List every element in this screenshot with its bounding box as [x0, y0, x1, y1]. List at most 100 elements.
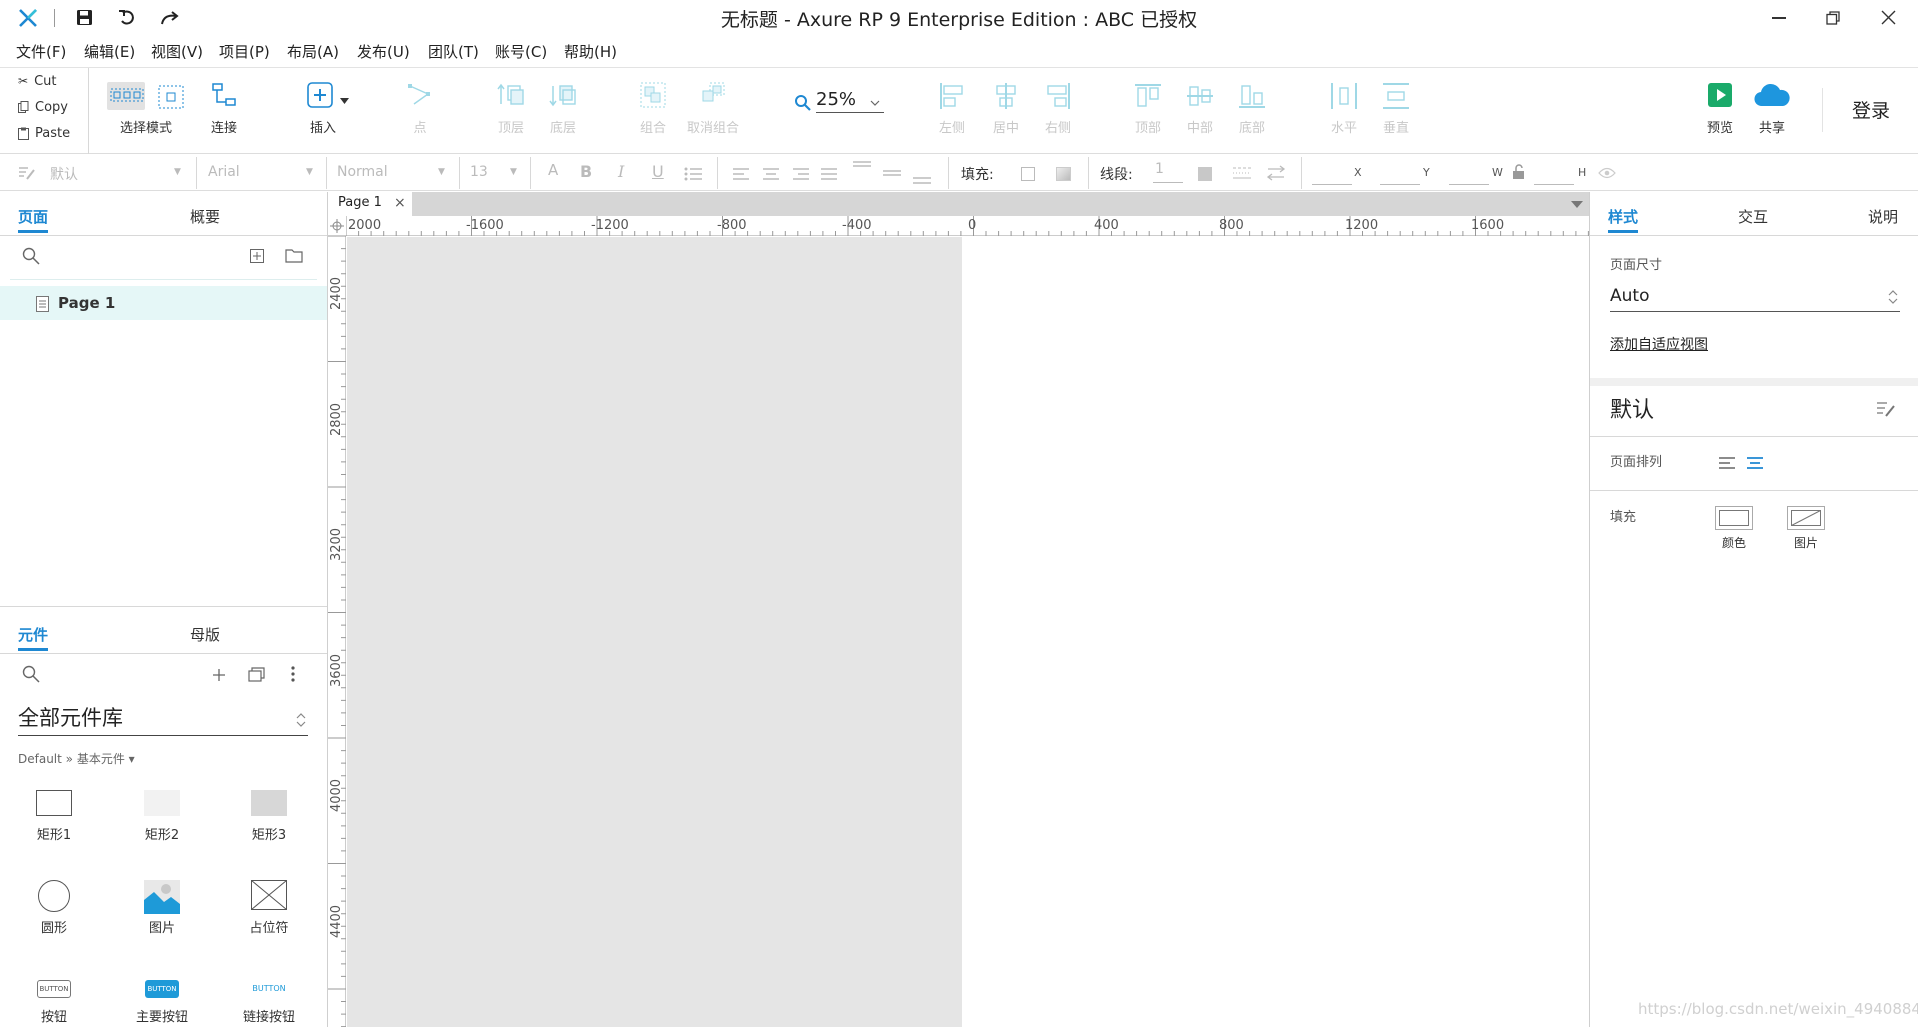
- align-text-left-icon[interactable]: [732, 167, 750, 181]
- valign-bottom-icon[interactable]: [912, 173, 932, 185]
- page-item[interactable]: Page 1: [0, 286, 327, 320]
- underline-icon[interactable]: U: [652, 162, 664, 181]
- point-tool[interactable]: 点: [400, 68, 440, 154]
- library-select[interactable]: 全部元件库: [18, 702, 308, 736]
- style-edit-pen-icon[interactable]: [1876, 400, 1896, 418]
- tab-interactions[interactable]: 交互: [1738, 206, 1768, 227]
- h-input[interactable]: [1534, 163, 1574, 185]
- cut-button[interactable]: ✂ Cut: [0, 68, 88, 94]
- align-top-tool[interactable]: 顶部: [1128, 68, 1168, 154]
- arrange-center-icon[interactable]: [1746, 456, 1764, 470]
- align-left-tool[interactable]: 左侧: [932, 68, 972, 154]
- tab-widgets[interactable]: 元件: [18, 624, 48, 645]
- minimize-button[interactable]: [1772, 17, 1786, 19]
- bullet-list-icon[interactable]: [684, 167, 702, 181]
- font-size-select[interactable]: 13: [470, 164, 488, 180]
- tab-masters[interactable]: 母版: [190, 624, 220, 645]
- menu-account[interactable]: 账号(C): [495, 41, 547, 62]
- connect-tool[interactable]: 连接: [200, 68, 248, 154]
- menu-file[interactable]: 文件(F): [16, 41, 66, 62]
- share-button[interactable]: 共享: [1750, 68, 1794, 154]
- widget-image[interactable]: 图片: [112, 880, 212, 936]
- font-family-select[interactable]: Arial: [208, 164, 240, 180]
- insert-tool[interactable]: 插入: [300, 68, 349, 154]
- canvas-tab-page1[interactable]: Page 1 ×: [328, 192, 412, 216]
- widget-link-button[interactable]: BUTTON 链接按钮: [219, 980, 319, 1025]
- shadow-swatch[interactable]: [1056, 167, 1071, 181]
- add-folder-icon[interactable]: [285, 248, 303, 263]
- page-size-select[interactable]: Auto: [1610, 286, 1900, 312]
- fill-image-button[interactable]: 图片: [1786, 506, 1826, 551]
- align-right-tool[interactable]: 右侧: [1038, 68, 1078, 154]
- menu-help[interactable]: 帮助(H): [564, 41, 617, 62]
- widget-circle[interactable]: 圆形: [4, 880, 104, 936]
- stroke-color-swatch[interactable]: [1198, 167, 1212, 181]
- menu-project[interactable]: 项目(P): [219, 41, 270, 62]
- add-adaptive-view-link[interactable]: 添加自适应视图: [1610, 334, 1708, 354]
- bring-front-tool[interactable]: 顶层: [490, 68, 532, 154]
- menu-edit[interactable]: 编辑(E): [84, 41, 135, 62]
- add-page-icon[interactable]: [250, 249, 264, 263]
- lock-ratio-icon[interactable]: [1512, 164, 1526, 180]
- group-tool[interactable]: 组合: [632, 68, 674, 154]
- valign-top-icon[interactable]: [852, 161, 872, 177]
- menu-publish[interactable]: 发布(U): [357, 41, 410, 62]
- fill-color-swatch[interactable]: [1021, 167, 1035, 181]
- restore-button[interactable]: [1826, 11, 1840, 25]
- tab-close-icon[interactable]: ×: [394, 195, 406, 211]
- bold-icon[interactable]: B: [580, 162, 592, 181]
- tab-list-dropdown-icon[interactable]: [1571, 201, 1583, 208]
- x-input[interactable]: [1312, 163, 1352, 185]
- distribute-vertical-tool[interactable]: 垂直: [1376, 68, 1416, 154]
- italic-icon[interactable]: I: [618, 162, 624, 181]
- widget-rect3[interactable]: 矩形3: [219, 790, 319, 843]
- align-middle-tool[interactable]: 中部: [1180, 68, 1220, 154]
- add-library-icon[interactable]: [212, 668, 226, 682]
- align-text-right-icon[interactable]: [792, 167, 810, 181]
- login-button[interactable]: 登录: [1852, 96, 1890, 123]
- paste-button[interactable]: Paste: [0, 120, 88, 146]
- menu-layout[interactable]: 布局(A): [287, 41, 339, 62]
- widget-button[interactable]: BUTTON 按钮: [4, 980, 104, 1025]
- align-bottom-tool[interactable]: 底部: [1232, 68, 1272, 154]
- widget-placeholder[interactable]: 占位符: [219, 880, 319, 936]
- tab-notes[interactable]: 说明: [1868, 206, 1898, 227]
- visibility-eye-icon[interactable]: [1598, 167, 1616, 179]
- ungroup-tool[interactable]: 取消组合: [684, 68, 742, 154]
- stroke-width-input[interactable]: 1: [1153, 161, 1183, 183]
- widgets-search-icon[interactable]: [22, 665, 40, 683]
- preview-button[interactable]: 预览: [1700, 68, 1740, 154]
- arrange-left-icon[interactable]: [1718, 456, 1736, 470]
- align-text-justify-icon[interactable]: [820, 167, 838, 181]
- tab-pages[interactable]: 页面: [18, 206, 48, 227]
- font-color-icon[interactable]: A: [548, 161, 558, 179]
- arrow-style-icon[interactable]: [1266, 165, 1286, 181]
- tab-outline[interactable]: 概要: [190, 206, 220, 227]
- widget-primary-button[interactable]: BUTTON 主要按钮: [112, 980, 212, 1025]
- w-input[interactable]: [1449, 163, 1489, 185]
- tab-style[interactable]: 样式: [1608, 206, 1638, 227]
- y-input[interactable]: [1380, 163, 1420, 185]
- send-back-tool[interactable]: 底层: [542, 68, 584, 154]
- pages-search-icon[interactable]: [22, 247, 40, 265]
- copy-button[interactable]: Copy: [0, 94, 88, 120]
- widget-rect1[interactable]: 矩形1: [4, 790, 104, 843]
- fill-color-button[interactable]: 颜色: [1714, 506, 1754, 551]
- style-select[interactable]: 默认: [50, 164, 78, 184]
- valign-middle-icon[interactable]: [882, 167, 902, 181]
- align-text-center-icon[interactable]: [762, 167, 780, 181]
- library-breadcrumb[interactable]: Default » 基本元件 ▾: [18, 750, 135, 767]
- font-weight-select[interactable]: Normal: [337, 164, 388, 180]
- close-button[interactable]: [1881, 10, 1896, 25]
- select-mode-tool[interactable]: 选择模式: [102, 68, 190, 154]
- distribute-horizontal-tool[interactable]: 水平: [1324, 68, 1364, 154]
- design-canvas[interactable]: [962, 237, 1589, 1027]
- widget-rect2[interactable]: 矩形2: [112, 790, 212, 843]
- menu-team[interactable]: 团队(T): [428, 41, 479, 62]
- more-options-icon[interactable]: [291, 666, 295, 682]
- stroke-pattern-icon[interactable]: [1232, 165, 1252, 181]
- align-center-tool[interactable]: 居中: [986, 68, 1026, 154]
- style-edit-icon[interactable]: [18, 165, 36, 181]
- menu-view[interactable]: 视图(V): [151, 41, 203, 62]
- library-manage-icon[interactable]: [248, 666, 266, 682]
